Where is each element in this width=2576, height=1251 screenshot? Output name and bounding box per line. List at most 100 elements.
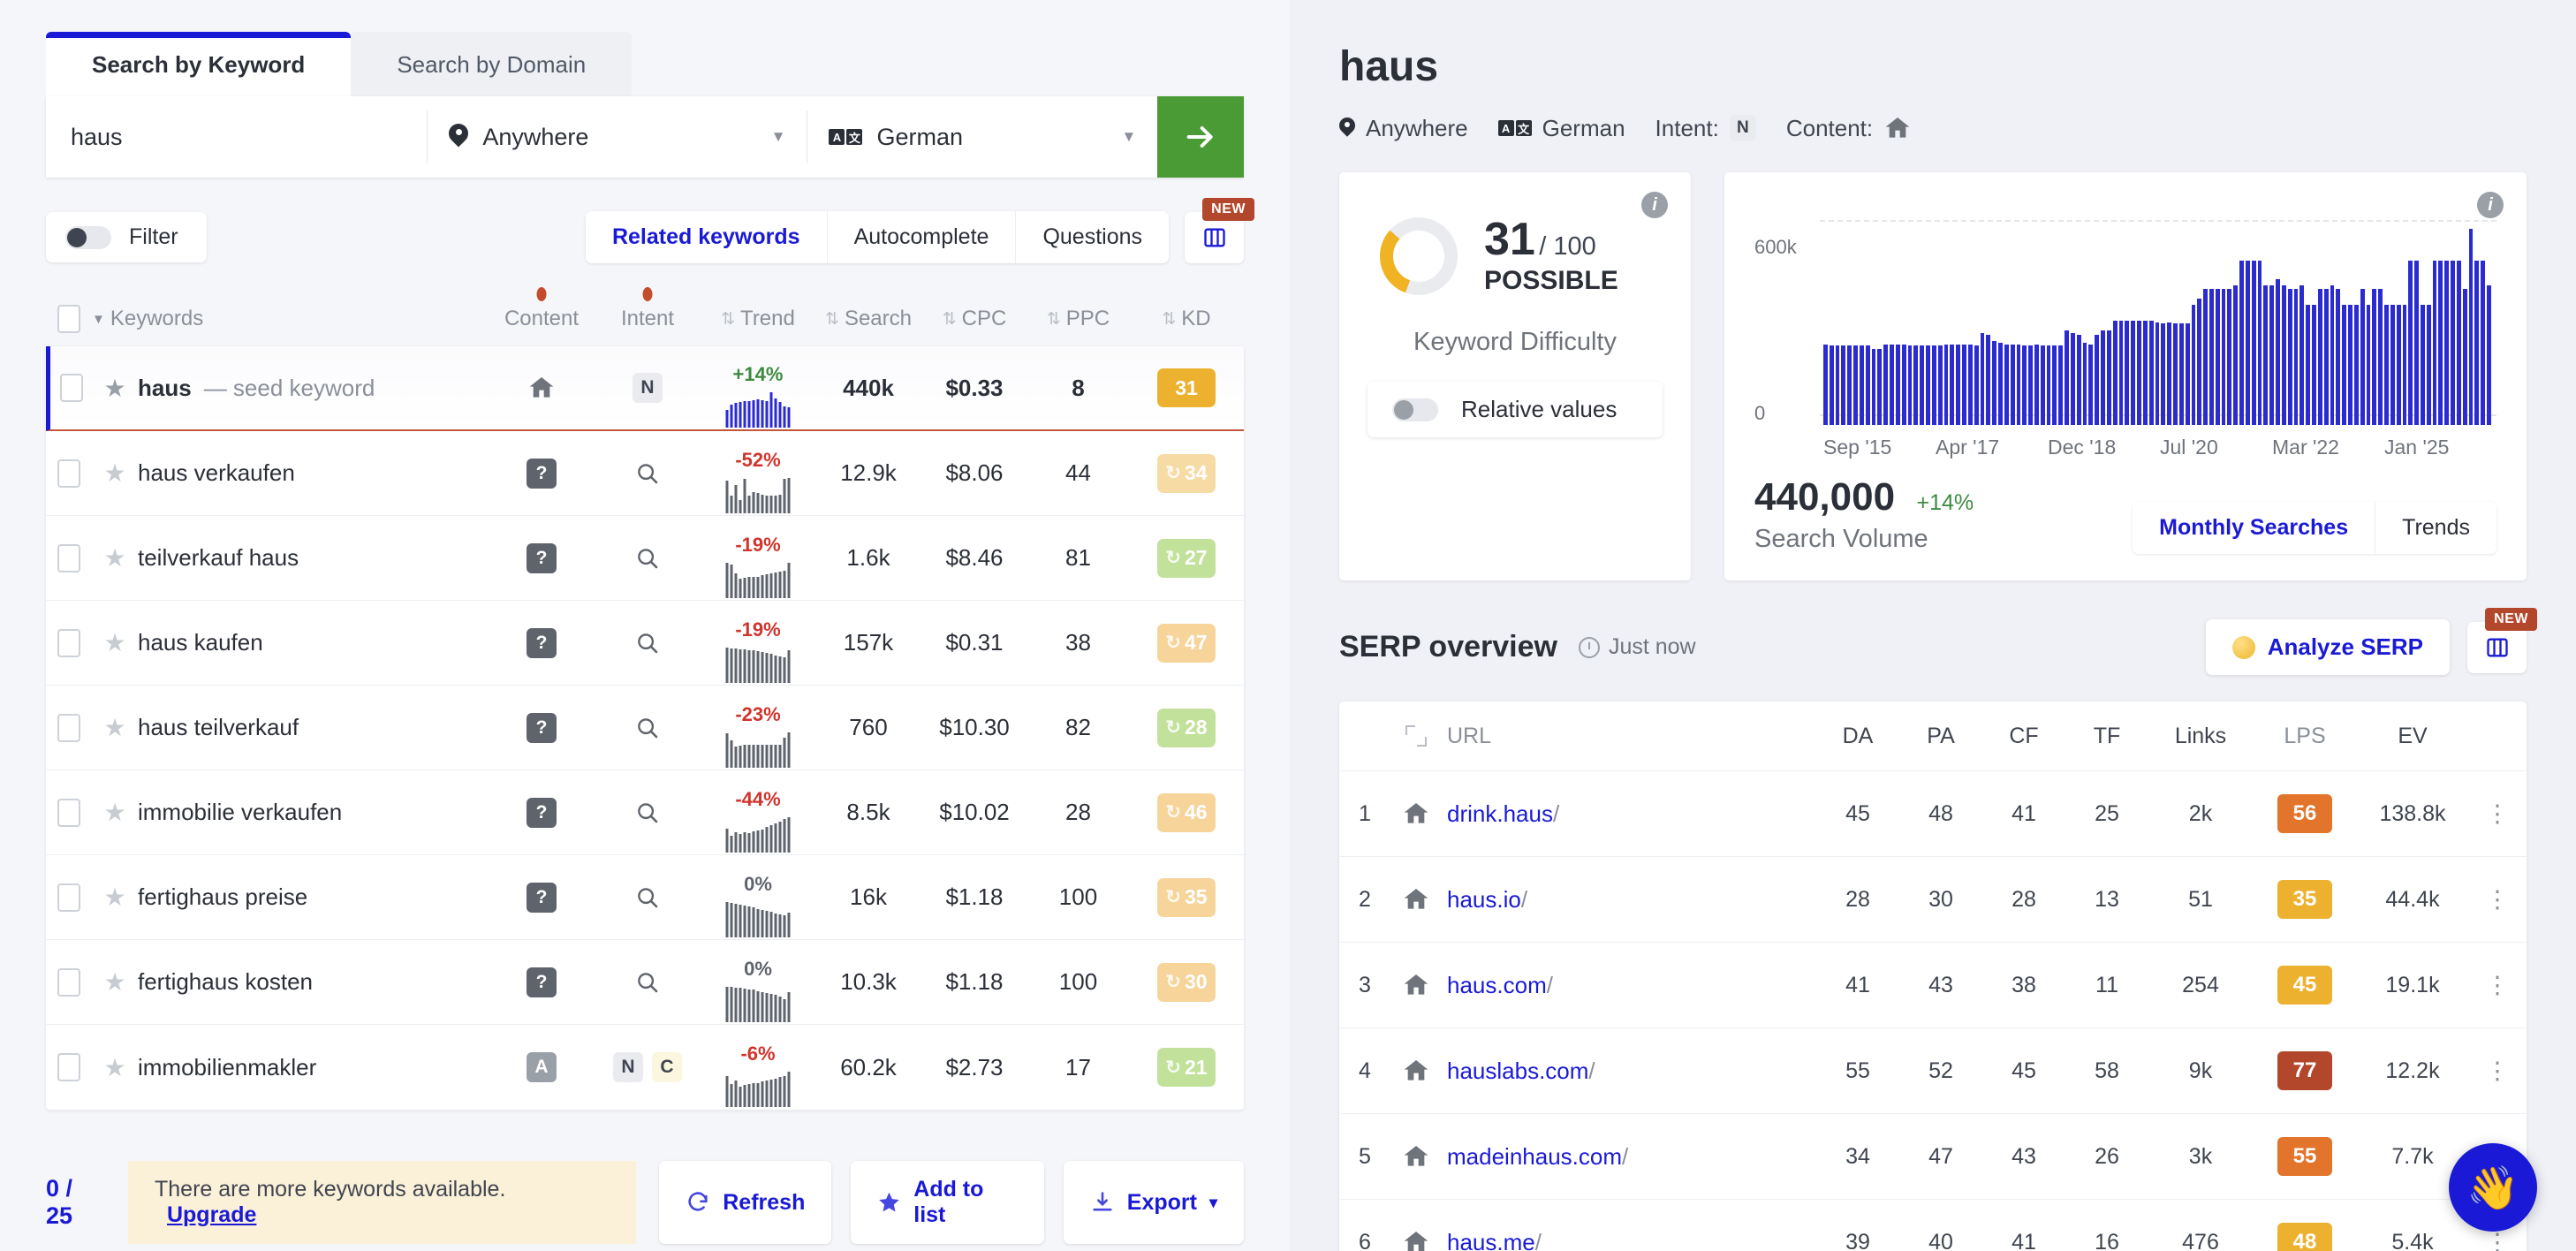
serp-row[interactable]: 6haus.me/39404116476485.4k⋮ [1339,1199,2527,1251]
content-question-badge[interactable]: ? [527,967,557,997]
serp-ev-header[interactable]: EV [2357,724,2468,749]
row-checkbox[interactable] [60,374,83,402]
serp-row-menu-button[interactable]: ⋮ [2468,1234,2527,1251]
tab-autocomplete[interactable]: Autocomplete [828,211,1017,263]
export-button[interactable]: Export ▾ [1064,1161,1244,1244]
star-icon[interactable]: ★ [103,544,125,572]
relative-values-switch[interactable] [1392,398,1438,421]
search-icon[interactable] [634,884,661,911]
star-icon[interactable]: ★ [103,629,125,656]
row-checkbox[interactable] [57,459,80,488]
relative-values-toggle[interactable]: Relative values [1368,382,1663,437]
row-checkbox[interactable] [57,629,80,657]
upgrade-link[interactable]: Upgrade [167,1202,256,1227]
serp-url-link[interactable]: haus.com/ [1447,972,1553,999]
row-checkbox[interactable] [57,1053,80,1081]
tab-questions[interactable]: Questions [1016,211,1169,263]
content-question-badge[interactable]: ? [527,459,557,489]
serp-pa-header[interactable]: PA [1899,724,1982,749]
analyze-serp-button[interactable]: Analyze SERP [2206,619,2450,675]
table-row[interactable]: ★haus— seed keywordN+14%440k$0.33831 [46,346,1244,431]
star-icon[interactable]: ★ [103,714,125,741]
row-checkbox[interactable] [57,544,80,572]
serp-row[interactable]: 2haus.io/28302813513544.4k⋮ [1339,856,2527,942]
header-kd[interactable]: ⇅ KD [1129,307,1244,331]
star-icon[interactable]: ★ [103,799,125,826]
add-to-list-button[interactable]: Add to list [851,1161,1043,1244]
refresh-button[interactable]: Refresh [659,1161,831,1244]
filter-switch[interactable] [65,226,111,249]
star-icon[interactable]: ★ [103,1054,125,1081]
serp-columns-button[interactable]: NEW [2467,622,2527,673]
serp-cf-header[interactable]: CF [1982,724,2065,749]
row-checkbox[interactable] [57,883,80,912]
serp-url-link[interactable]: haus.me/ [1447,1229,1542,1251]
header-content[interactable]: Content [489,307,595,331]
serp-url-link[interactable]: madeinhaus.com/ [1447,1143,1628,1171]
header-trend[interactable]: ⇅ Trend [701,307,815,331]
row-checkbox[interactable] [57,714,80,742]
table-row[interactable]: ★fertighaus kosten?0%10.3k$1.18100↻30 [46,940,1244,1025]
info-icon[interactable]: i [1641,192,1668,218]
serp-row-menu-button[interactable]: ⋮ [2468,1063,2527,1080]
search-icon[interactable] [634,715,661,741]
table-row[interactable]: ★immobilienmaklerANC-6%60.2k$2.7317↻21 [46,1025,1244,1110]
tab-trends[interactable]: Trends [2375,502,2496,554]
intent-badge[interactable]: C [652,1052,682,1082]
serp-row-menu-button[interactable]: ⋮ [2468,806,2527,823]
tab-monthly-searches[interactable]: Monthly Searches [2133,502,2375,554]
serp-links-header[interactable]: Links [2148,724,2253,749]
search-icon[interactable] [634,969,661,996]
keyword-input[interactable] [46,96,427,178]
table-row[interactable]: ★fertighaus preise?0%16k$1.18100↻35 [46,855,1244,940]
serp-row-menu-button[interactable]: ⋮ [2468,977,2527,994]
serp-da-header[interactable]: DA [1816,724,1899,749]
header-ppc[interactable]: ⇅ PPC [1027,307,1129,331]
tab-search-by-keyword[interactable]: Search by Keyword [46,32,351,96]
search-icon[interactable] [634,630,661,656]
search-submit-button[interactable] [1157,96,1244,178]
tab-related-keywords[interactable]: Related keywords [586,211,828,263]
info-icon[interactable]: i [2477,192,2504,218]
serp-row-menu-button[interactable]: ⋮ [2468,891,2527,908]
search-icon[interactable] [634,460,661,487]
serp-row[interactable]: 5madeinhaus.com/344743263k557.7k⋮ [1339,1113,2527,1199]
help-fab-button[interactable]: 👋 [2449,1143,2537,1232]
content-question-badge[interactable]: ? [527,543,557,573]
table-row[interactable]: ★teilverkauf haus?-19%1.6k$8.4681↻27 [46,516,1244,601]
intent-badge[interactable]: N [633,373,663,403]
content-question-badge[interactable]: ? [527,798,557,828]
row-checkbox[interactable] [57,799,80,827]
table-row[interactable]: ★haus verkaufen?-52%12.9k$8.0644↻34 [46,431,1244,516]
header-intent[interactable]: Intent [595,307,701,331]
serp-expand-header[interactable] [1390,725,1442,747]
search-icon[interactable] [634,800,661,826]
intent-badge[interactable]: N [613,1052,643,1082]
serp-row[interactable]: 1drink.haus/454841252k56138.8k⋮ [1339,770,2527,856]
serp-lps-header[interactable]: LPS [2253,724,2357,749]
table-row[interactable]: ★haus kaufen?-19%157k$0.3138↻47 [46,601,1244,686]
header-keywords[interactable]: ▼ Keywords [92,307,489,331]
tab-search-by-domain[interactable]: Search by Domain [351,32,632,96]
serp-row[interactable]: 4hauslabs.com/555245589k7712.2k⋮ [1339,1027,2527,1113]
table-row[interactable]: ★haus teilverkauf?-23%760$10.3082↻28 [46,686,1244,770]
serp-url-link[interactable]: hauslabs.com/ [1447,1058,1595,1085]
row-checkbox[interactable] [57,968,80,997]
serp-tf-header[interactable]: TF [2065,724,2148,749]
location-select[interactable]: Anywhere ▼ [428,96,807,178]
filter-toggle-button[interactable]: Filter [46,212,207,262]
language-select[interactable]: A文 German ▼ [807,96,1157,178]
content-badge[interactable]: A [527,1052,557,1082]
columns-config-button[interactable]: NEW [1185,212,1244,263]
serp-row[interactable]: 3haus.com/414338112544519.1k⋮ [1339,942,2527,1027]
content-question-badge[interactable]: ? [527,713,557,743]
search-icon[interactable] [634,545,661,572]
star-icon[interactable]: ★ [103,459,125,487]
header-cpc[interactable]: ⇅ CPC [921,307,1027,331]
star-icon[interactable]: ★ [103,968,125,996]
table-row[interactable]: ★immobilie verkaufen?-44%8.5k$10.0228↻46 [46,770,1244,855]
header-search[interactable]: ⇅ Search [815,307,921,331]
serp-url-link[interactable]: drink.haus/ [1447,800,1559,828]
content-question-badge[interactable]: ? [527,883,557,913]
content-question-badge[interactable]: ? [527,628,557,658]
